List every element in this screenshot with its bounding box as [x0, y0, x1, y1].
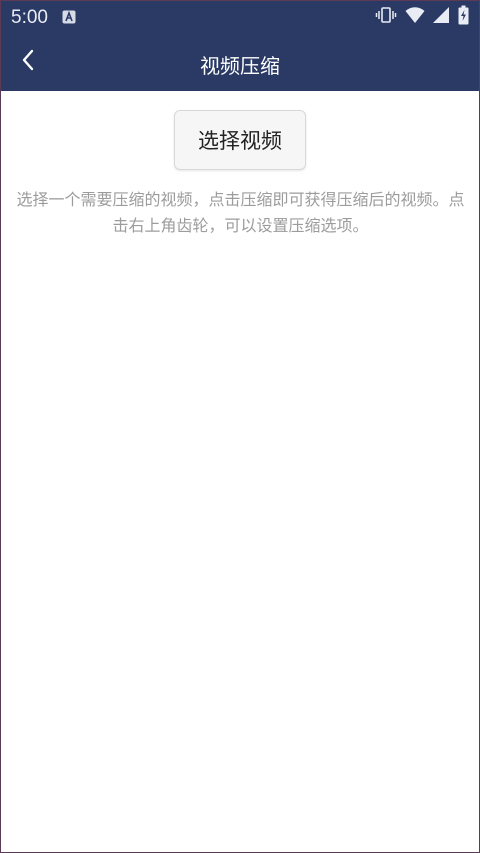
hint-text: 选择一个需要压缩的视频，点击压缩即可获得压缩后的视频。点击右上角齿轮，可以设置压…: [16, 190, 465, 235]
status-bar: 5:00: [1, 1, 479, 33]
a-notification-icon: [62, 9, 76, 24]
status-icons: [375, 5, 469, 29]
app-bar: 视频压缩: [1, 33, 479, 91]
page-title: 视频压缩: [200, 54, 280, 78]
screen: 5:00 视频压缩 选择视频 选择一个需要压缩的视频，点击压缩即可获得压缩后的视…: [0, 0, 480, 853]
vibrate-icon: [375, 6, 397, 28]
select-video-button[interactable]: 选择视频: [174, 110, 306, 170]
status-time: 5:00: [11, 7, 48, 28]
signal-icon: [433, 6, 450, 28]
wifi-icon: [405, 6, 425, 28]
battery-icon: [458, 5, 469, 29]
